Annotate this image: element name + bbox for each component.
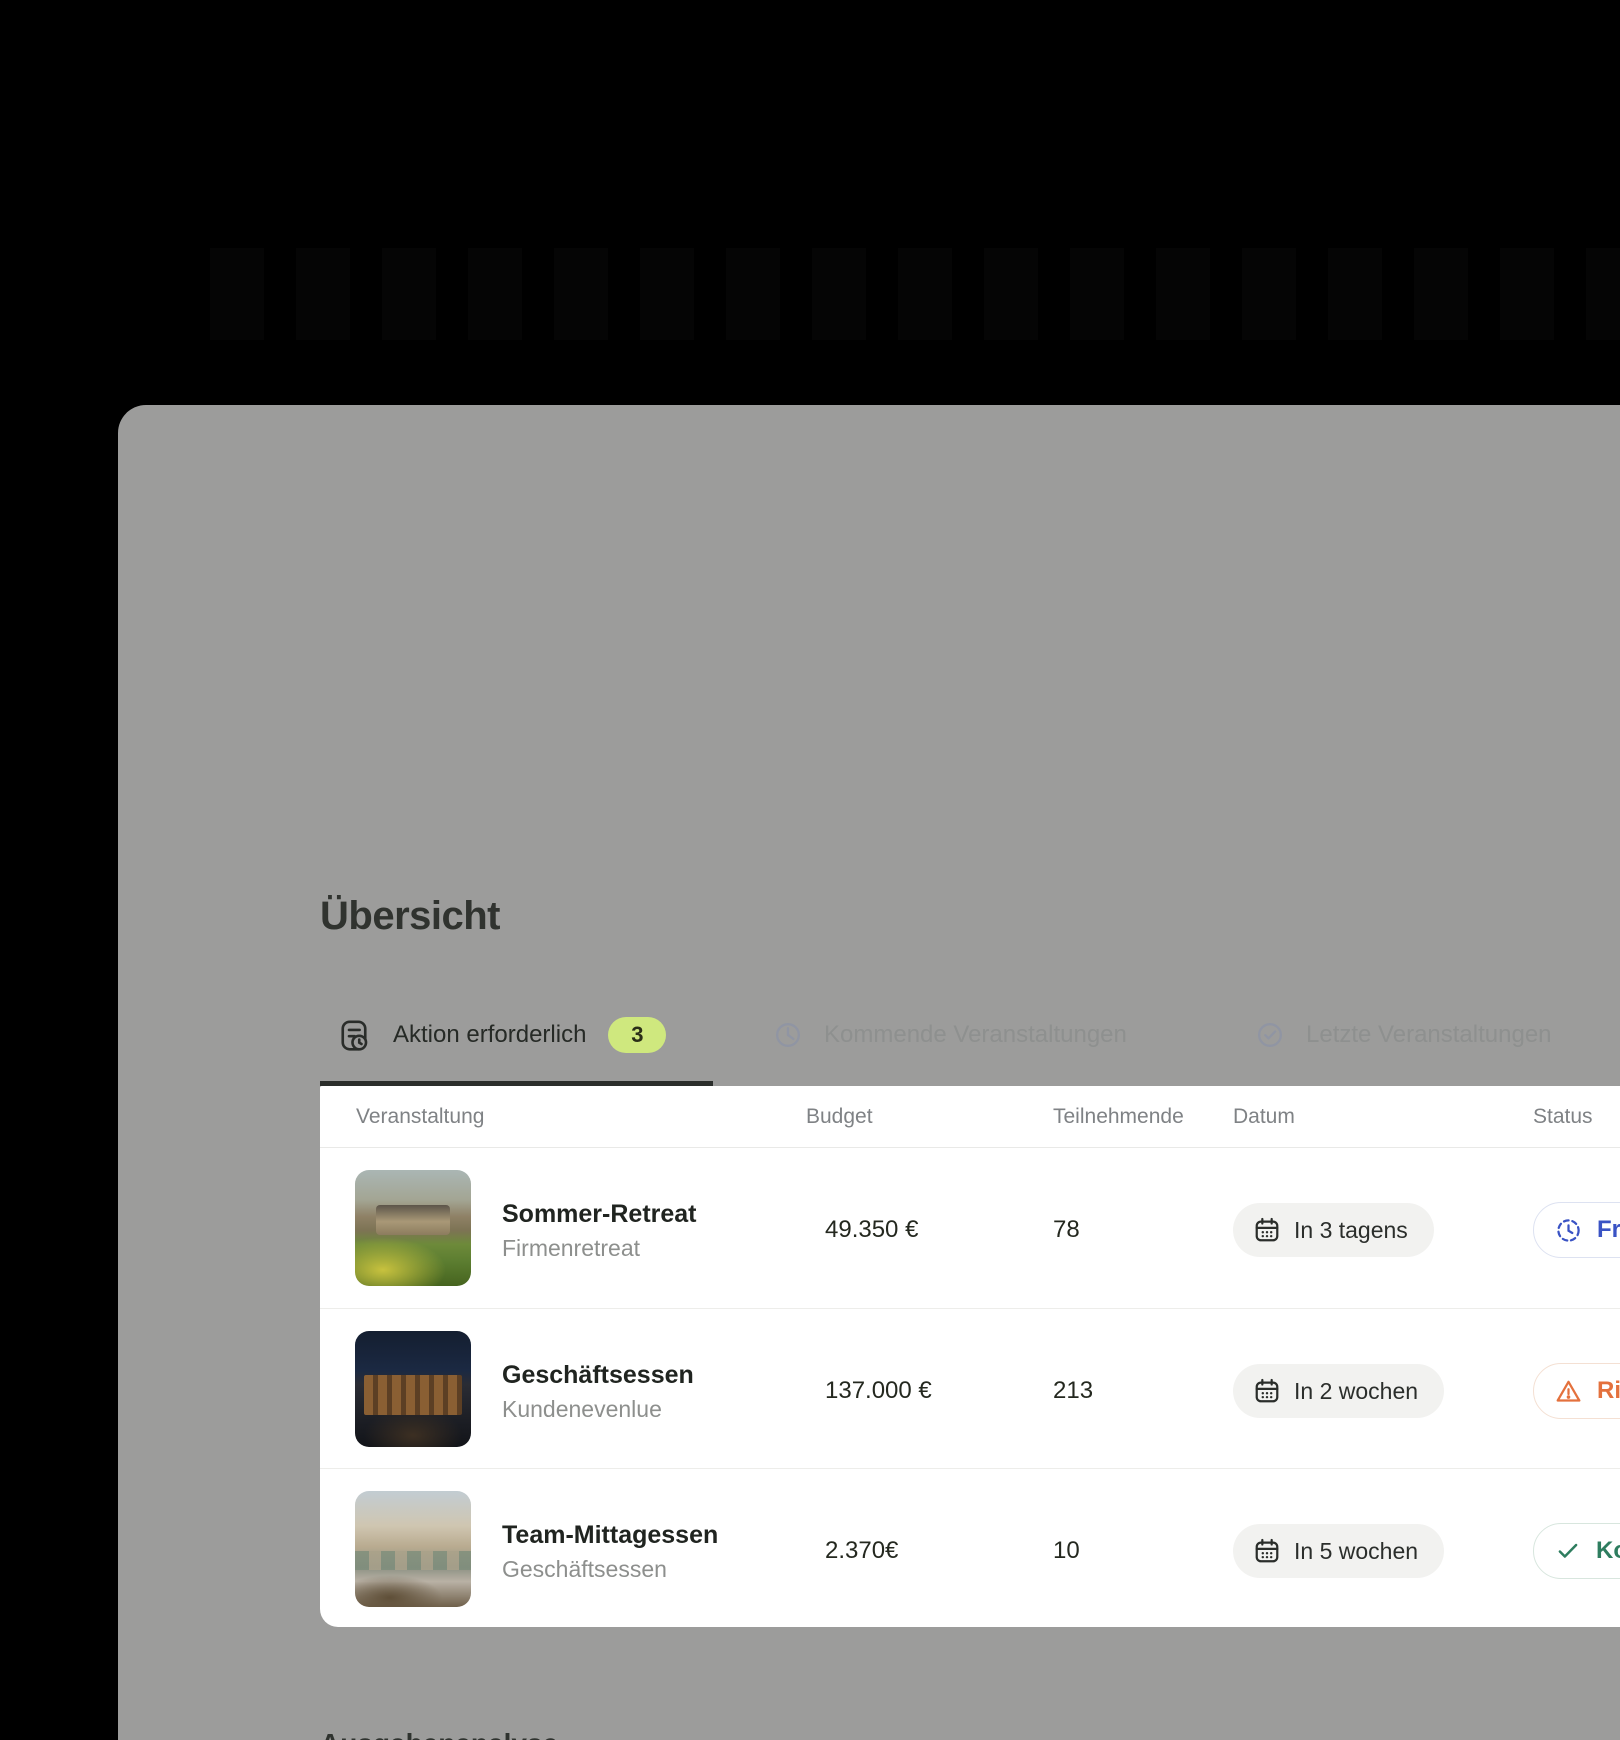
tab-label: Aktion erforderlich xyxy=(393,1021,586,1049)
calendar-icon xyxy=(1253,1216,1294,1244)
table-row[interactable]: Team-Mittagessen Geschäftsessen 2.370€ 1… xyxy=(320,1468,1620,1628)
screen: Übersicht Aktion erforderlich 3 xyxy=(0,0,1620,1740)
event-subtitle: Kundenevenlue xyxy=(502,1395,662,1423)
check-circle-icon xyxy=(1256,1021,1284,1049)
date-chip: In 2 wochen xyxy=(1233,1364,1444,1418)
status-badge: Freigabe erf xyxy=(1533,1202,1620,1258)
tab-label: Kommende Veranstaltungen xyxy=(824,1021,1127,1049)
date-text: In 5 wochen xyxy=(1294,1538,1418,1565)
status-text: Richtlinienw xyxy=(1597,1377,1620,1405)
event-thumbnail xyxy=(355,1331,471,1447)
date-chip: In 5 wochen xyxy=(1233,1524,1444,1578)
event-participants: 78 xyxy=(1053,1216,1080,1244)
table-row[interactable]: Geschäftsessen Kundenevenlue 137.000 € 2… xyxy=(320,1308,1620,1468)
status-text: Konform xyxy=(1596,1537,1620,1565)
event-title: Team-Mittagessen xyxy=(502,1520,718,1550)
tab-count-badge: 3 xyxy=(608,1017,666,1053)
event-budget: 137.000 € xyxy=(825,1377,932,1405)
event-budget: 49.350 € xyxy=(825,1216,918,1244)
document-clock-icon xyxy=(339,1019,369,1052)
event-thumbnail xyxy=(355,1491,471,1607)
check-icon xyxy=(1555,1538,1596,1564)
warning-triangle-icon xyxy=(1555,1378,1597,1405)
history-clock-icon xyxy=(774,1021,802,1049)
status-badge: Richtlinienw xyxy=(1533,1363,1620,1419)
tab-aktion-erforderlich[interactable]: Aktion erforderlich 3 xyxy=(339,1013,666,1057)
tab-label: Letzte Veranstaltungen xyxy=(1306,1021,1552,1049)
event-subtitle: Geschäftsessen xyxy=(502,1555,667,1583)
events-table: Veranstaltung Budget Teilnehmende Datum … xyxy=(320,1086,1620,1627)
event-title: Sommer-Retreat xyxy=(502,1199,697,1229)
event-subtitle: Firmenretreat xyxy=(502,1234,640,1262)
status-text: Freigabe erf xyxy=(1597,1216,1620,1244)
expenses-heading: Ausgabenanalyse xyxy=(320,1727,558,1740)
column-header-status: Status xyxy=(1533,1105,1593,1129)
tab-kommende-veranstaltungen[interactable]: Kommende Veranstaltungen xyxy=(774,1013,1127,1057)
dimmed-background-content xyxy=(210,248,1620,340)
column-header-teilnehmende: Teilnehmende xyxy=(1053,1105,1184,1129)
page-title: Übersicht xyxy=(320,892,500,940)
event-participants: 213 xyxy=(1053,1377,1093,1405)
date-chip: In 3 tagens xyxy=(1233,1203,1434,1257)
event-participants: 10 xyxy=(1053,1537,1080,1565)
column-header-veranstaltung: Veranstaltung xyxy=(356,1105,484,1129)
status-badge: Konform xyxy=(1533,1523,1620,1579)
calendar-icon xyxy=(1253,1377,1294,1405)
table-row[interactable]: Sommer-Retreat Firmenretreat 49.350 € 78 xyxy=(320,1148,1620,1308)
event-thumbnail xyxy=(355,1170,471,1286)
calendar-icon xyxy=(1253,1537,1294,1565)
event-budget: 2.370€ xyxy=(825,1537,898,1565)
date-text: In 2 wochen xyxy=(1294,1378,1418,1405)
column-header-datum: Datum xyxy=(1233,1105,1295,1129)
overview-panel: Übersicht Aktion erforderlich 3 xyxy=(118,405,1620,1740)
date-text: In 3 tagens xyxy=(1294,1217,1408,1244)
table-header-row: Veranstaltung Budget Teilnehmende Datum … xyxy=(320,1086,1620,1148)
column-header-budget: Budget xyxy=(806,1105,873,1129)
clock-pending-icon xyxy=(1555,1217,1597,1244)
event-title: Geschäftsessen xyxy=(502,1360,694,1390)
tab-letzte-veranstaltungen[interactable]: Letzte Veranstaltungen xyxy=(1256,1013,1552,1057)
